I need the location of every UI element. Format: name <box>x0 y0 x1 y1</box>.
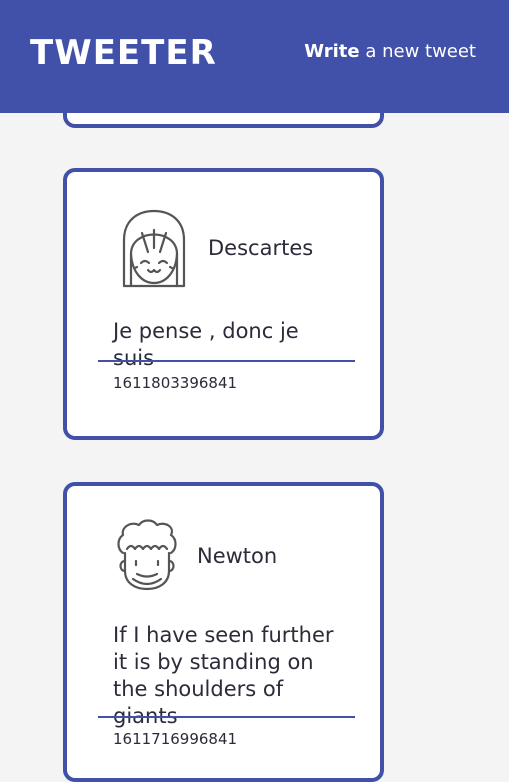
girl-face-icon <box>122 209 186 288</box>
compose-rest-label: a new tweet <box>359 41 476 62</box>
tweet-text: If I have seen further it is by standing… <box>113 623 334 728</box>
tweet-timestamp: 1611803396841 <box>113 374 238 392</box>
top-nav: TWEETER Write a new tweet <box>0 0 509 113</box>
curly-hair-face-icon <box>117 519 177 591</box>
compose-strong-label: Write <box>304 41 360 62</box>
write-new-tweet-link[interactable]: Write a new tweet <box>304 41 476 63</box>
tweet-card: Newton If I have seen further it is by s… <box>63 482 384 782</box>
brand-logo[interactable]: TWEETER <box>30 35 217 71</box>
tweet-card: Descartes Je pense , donc je suis 161180… <box>63 168 384 440</box>
tweet-divider <box>98 360 355 362</box>
tweet-text: Je pense , donc je suis <box>113 319 299 370</box>
tweet-divider <box>98 716 355 718</box>
tweet-author[interactable]: Newton <box>197 544 277 568</box>
tweet-timestamp: 1611716996841 <box>113 730 238 748</box>
tweet-author[interactable]: Descartes <box>208 236 313 260</box>
